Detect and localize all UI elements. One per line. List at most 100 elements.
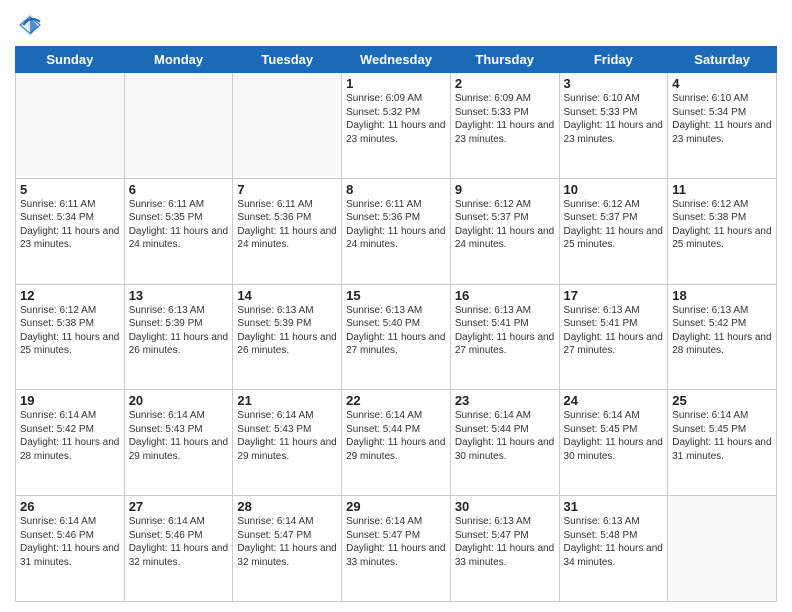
page: SundayMondayTuesdayWednesdayThursdayFrid… xyxy=(0,0,792,612)
col-header-tuesday: Tuesday xyxy=(233,47,342,73)
day-cell xyxy=(233,73,342,179)
day-number: 1 xyxy=(346,76,446,91)
day-number: 29 xyxy=(346,499,446,514)
col-header-sunday: Sunday xyxy=(16,47,125,73)
day-number: 30 xyxy=(455,499,555,514)
day-cell: 5Sunrise: 6:11 AM Sunset: 5:34 PM Daylig… xyxy=(16,178,125,284)
day-number: 13 xyxy=(129,288,229,303)
week-row-3: 12Sunrise: 6:12 AM Sunset: 5:38 PM Dayli… xyxy=(16,284,777,390)
day-number: 6 xyxy=(129,182,229,197)
day-cell: 1Sunrise: 6:09 AM Sunset: 5:32 PM Daylig… xyxy=(342,73,451,179)
day-cell: 6Sunrise: 6:11 AM Sunset: 5:35 PM Daylig… xyxy=(124,178,233,284)
day-number: 3 xyxy=(564,76,664,91)
day-info: Sunrise: 6:12 AM Sunset: 5:38 PM Dayligh… xyxy=(20,304,120,358)
day-cell: 3Sunrise: 6:10 AM Sunset: 5:33 PM Daylig… xyxy=(559,73,668,179)
day-info: Sunrise: 6:14 AM Sunset: 5:45 PM Dayligh… xyxy=(672,409,772,463)
day-info: Sunrise: 6:13 AM Sunset: 5:42 PM Dayligh… xyxy=(672,304,772,358)
header xyxy=(15,10,777,40)
day-cell: 7Sunrise: 6:11 AM Sunset: 5:36 PM Daylig… xyxy=(233,178,342,284)
day-number: 9 xyxy=(455,182,555,197)
day-cell: 18Sunrise: 6:13 AM Sunset: 5:42 PM Dayli… xyxy=(668,284,777,390)
day-info: Sunrise: 6:09 AM Sunset: 5:33 PM Dayligh… xyxy=(455,92,555,146)
day-info: Sunrise: 6:13 AM Sunset: 5:41 PM Dayligh… xyxy=(564,304,664,358)
day-cell: 30Sunrise: 6:13 AM Sunset: 5:47 PM Dayli… xyxy=(450,496,559,602)
week-row-2: 5Sunrise: 6:11 AM Sunset: 5:34 PM Daylig… xyxy=(16,178,777,284)
day-cell: 17Sunrise: 6:13 AM Sunset: 5:41 PM Dayli… xyxy=(559,284,668,390)
col-header-monday: Monday xyxy=(124,47,233,73)
col-header-friday: Friday xyxy=(559,47,668,73)
day-cell: 2Sunrise: 6:09 AM Sunset: 5:33 PM Daylig… xyxy=(450,73,559,179)
day-cell: 11Sunrise: 6:12 AM Sunset: 5:38 PM Dayli… xyxy=(668,178,777,284)
day-number: 24 xyxy=(564,393,664,408)
day-cell: 23Sunrise: 6:14 AM Sunset: 5:44 PM Dayli… xyxy=(450,390,559,496)
day-number: 12 xyxy=(20,288,120,303)
header-row: SundayMondayTuesdayWednesdayThursdayFrid… xyxy=(16,47,777,73)
day-number: 18 xyxy=(672,288,772,303)
day-cell: 25Sunrise: 6:14 AM Sunset: 5:45 PM Dayli… xyxy=(668,390,777,496)
day-cell: 10Sunrise: 6:12 AM Sunset: 5:37 PM Dayli… xyxy=(559,178,668,284)
day-cell xyxy=(16,73,125,179)
day-info: Sunrise: 6:13 AM Sunset: 5:39 PM Dayligh… xyxy=(237,304,337,358)
day-number: 21 xyxy=(237,393,337,408)
day-info: Sunrise: 6:11 AM Sunset: 5:36 PM Dayligh… xyxy=(237,198,337,252)
day-info: Sunrise: 6:13 AM Sunset: 5:47 PM Dayligh… xyxy=(455,515,555,569)
day-info: Sunrise: 6:14 AM Sunset: 5:46 PM Dayligh… xyxy=(129,515,229,569)
week-row-5: 26Sunrise: 6:14 AM Sunset: 5:46 PM Dayli… xyxy=(16,496,777,602)
day-cell: 16Sunrise: 6:13 AM Sunset: 5:41 PM Dayli… xyxy=(450,284,559,390)
day-cell: 19Sunrise: 6:14 AM Sunset: 5:42 PM Dayli… xyxy=(16,390,125,496)
day-info: Sunrise: 6:12 AM Sunset: 5:38 PM Dayligh… xyxy=(672,198,772,252)
logo xyxy=(15,10,49,40)
day-number: 2 xyxy=(455,76,555,91)
logo-icon xyxy=(15,10,45,40)
day-info: Sunrise: 6:13 AM Sunset: 5:41 PM Dayligh… xyxy=(455,304,555,358)
day-info: Sunrise: 6:09 AM Sunset: 5:32 PM Dayligh… xyxy=(346,92,446,146)
day-cell: 21Sunrise: 6:14 AM Sunset: 5:43 PM Dayli… xyxy=(233,390,342,496)
day-info: Sunrise: 6:11 AM Sunset: 5:36 PM Dayligh… xyxy=(346,198,446,252)
col-header-saturday: Saturday xyxy=(668,47,777,73)
week-row-4: 19Sunrise: 6:14 AM Sunset: 5:42 PM Dayli… xyxy=(16,390,777,496)
day-cell: 14Sunrise: 6:13 AM Sunset: 5:39 PM Dayli… xyxy=(233,284,342,390)
col-header-thursday: Thursday xyxy=(450,47,559,73)
day-info: Sunrise: 6:14 AM Sunset: 5:47 PM Dayligh… xyxy=(346,515,446,569)
day-info: Sunrise: 6:10 AM Sunset: 5:33 PM Dayligh… xyxy=(564,92,664,146)
day-cell: 24Sunrise: 6:14 AM Sunset: 5:45 PM Dayli… xyxy=(559,390,668,496)
calendar-table: SundayMondayTuesdayWednesdayThursdayFrid… xyxy=(15,46,777,602)
day-number: 23 xyxy=(455,393,555,408)
day-info: Sunrise: 6:14 AM Sunset: 5:44 PM Dayligh… xyxy=(346,409,446,463)
day-number: 16 xyxy=(455,288,555,303)
day-cell: 13Sunrise: 6:13 AM Sunset: 5:39 PM Dayli… xyxy=(124,284,233,390)
day-cell: 26Sunrise: 6:14 AM Sunset: 5:46 PM Dayli… xyxy=(16,496,125,602)
day-info: Sunrise: 6:11 AM Sunset: 5:34 PM Dayligh… xyxy=(20,198,120,252)
day-number: 7 xyxy=(237,182,337,197)
col-header-wednesday: Wednesday xyxy=(342,47,451,73)
day-cell: 15Sunrise: 6:13 AM Sunset: 5:40 PM Dayli… xyxy=(342,284,451,390)
day-number: 31 xyxy=(564,499,664,514)
day-cell: 8Sunrise: 6:11 AM Sunset: 5:36 PM Daylig… xyxy=(342,178,451,284)
day-cell: 29Sunrise: 6:14 AM Sunset: 5:47 PM Dayli… xyxy=(342,496,451,602)
day-number: 5 xyxy=(20,182,120,197)
day-number: 10 xyxy=(564,182,664,197)
day-cell: 4Sunrise: 6:10 AM Sunset: 5:34 PM Daylig… xyxy=(668,73,777,179)
day-info: Sunrise: 6:14 AM Sunset: 5:46 PM Dayligh… xyxy=(20,515,120,569)
day-info: Sunrise: 6:13 AM Sunset: 5:39 PM Dayligh… xyxy=(129,304,229,358)
day-number: 28 xyxy=(237,499,337,514)
day-number: 8 xyxy=(346,182,446,197)
day-number: 17 xyxy=(564,288,664,303)
day-number: 4 xyxy=(672,76,772,91)
day-info: Sunrise: 6:12 AM Sunset: 5:37 PM Dayligh… xyxy=(455,198,555,252)
day-info: Sunrise: 6:10 AM Sunset: 5:34 PM Dayligh… xyxy=(672,92,772,146)
day-info: Sunrise: 6:13 AM Sunset: 5:48 PM Dayligh… xyxy=(564,515,664,569)
day-number: 15 xyxy=(346,288,446,303)
day-cell: 22Sunrise: 6:14 AM Sunset: 5:44 PM Dayli… xyxy=(342,390,451,496)
day-info: Sunrise: 6:14 AM Sunset: 5:44 PM Dayligh… xyxy=(455,409,555,463)
day-cell: 12Sunrise: 6:12 AM Sunset: 5:38 PM Dayli… xyxy=(16,284,125,390)
day-cell: 28Sunrise: 6:14 AM Sunset: 5:47 PM Dayli… xyxy=(233,496,342,602)
day-info: Sunrise: 6:14 AM Sunset: 5:47 PM Dayligh… xyxy=(237,515,337,569)
day-cell: 9Sunrise: 6:12 AM Sunset: 5:37 PM Daylig… xyxy=(450,178,559,284)
day-cell: 20Sunrise: 6:14 AM Sunset: 5:43 PM Dayli… xyxy=(124,390,233,496)
day-info: Sunrise: 6:14 AM Sunset: 5:43 PM Dayligh… xyxy=(237,409,337,463)
day-cell: 31Sunrise: 6:13 AM Sunset: 5:48 PM Dayli… xyxy=(559,496,668,602)
day-number: 20 xyxy=(129,393,229,408)
day-cell xyxy=(124,73,233,179)
week-row-1: 1Sunrise: 6:09 AM Sunset: 5:32 PM Daylig… xyxy=(16,73,777,179)
